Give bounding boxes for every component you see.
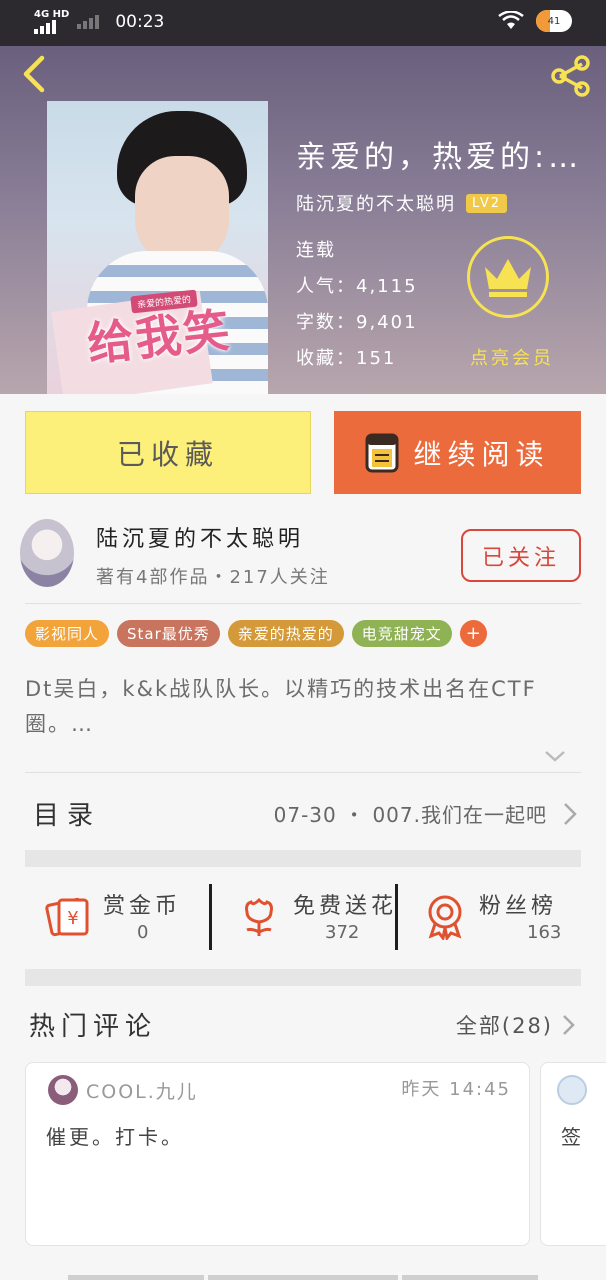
book-icon <box>365 433 399 472</box>
add-tag-button[interactable]: + <box>459 620 487 647</box>
comment-card[interactable]: COOL.九儿 昨天 14:45 催更。打卡。 <box>25 1062 530 1246</box>
stat-label: 赏金币 <box>103 894 182 919</box>
battery-level: 41 <box>547 15 561 27</box>
book-status: 连载 <box>296 240 336 261</box>
status-left: 4G HD 00:23 <box>34 10 164 34</box>
comment-text: 催更。打卡。 <box>46 1125 184 1149</box>
vip-label[interactable]: 点亮会员 <box>470 344 554 370</box>
comments-header: 热门评论 全部(28) <box>25 1004 581 1052</box>
bottom-indicator <box>402 1275 538 1280</box>
status-bar: 4G HD 00:23 41 <box>0 0 606 46</box>
network-label: 4G HD <box>34 9 70 20</box>
continue-reading-button[interactable]: 继续阅读 <box>334 411 581 494</box>
book-header: 亲爱的热爱的 给我笑 亲爱的，热爱的:… 陆沉夏的不太聪明 LV2 连载 人气：… <box>0 46 606 394</box>
continue-reading-label: 继续阅读 <box>413 437 550 471</box>
clock: 00:23 <box>115 12 165 32</box>
synopsis: Dt吴白，k&k战队队长。以精巧的技术出名在CTF圈。… <box>25 677 537 736</box>
divider <box>25 603 581 604</box>
stat-label: 粉丝榜 <box>479 894 558 919</box>
expand-synopsis-button[interactable] <box>544 748 566 764</box>
stat-separator <box>209 884 212 950</box>
commenter-name[interactable]: COOL.九儿 <box>86 1077 198 1104</box>
free-flowers-stat[interactable]: 免费送花 372 <box>215 868 400 958</box>
medal-icon <box>428 895 462 940</box>
author-subtitle: 著有4部作品・217人关注 <box>96 567 330 588</box>
chevron-right-icon[interactable] <box>562 1014 575 1036</box>
status-right: 41 <box>498 10 572 32</box>
stat-value: 163 <box>527 922 562 943</box>
author-avatar[interactable] <box>20 519 74 587</box>
collected-button[interactable]: 已收藏 <box>25 411 311 494</box>
stat-label: 免费送花 <box>293 894 398 919</box>
follow-button[interactable]: 已关注 <box>461 529 581 582</box>
share-button[interactable] <box>548 54 594 98</box>
signal-icon: 4G HD <box>34 10 69 34</box>
book-cover[interactable]: 亲爱的热爱的 给我笑 <box>47 101 268 394</box>
tag-list: 影视同人 Star最优秀 亲爱的热爱的 电竞甜宠文 + <box>25 620 487 647</box>
tag-item[interactable]: 影视同人 <box>25 620 110 647</box>
flower-icon <box>245 897 273 936</box>
section-separator <box>25 969 581 986</box>
comments-title: 热门评论 <box>29 1012 158 1042</box>
stat-value: 0 <box>137 922 149 943</box>
crown-icon <box>485 259 531 297</box>
bottom-indicator <box>68 1275 204 1280</box>
all-comments-link[interactable]: 全部(28) <box>456 1010 553 1040</box>
book-author[interactable]: 陆沉夏的不太聪明 <box>296 190 456 216</box>
back-button[interactable] <box>16 54 52 94</box>
author-level-badge: LV2 <box>466 193 507 213</box>
chevron-right-icon <box>564 803 577 825</box>
book-popularity: 人气：4,115 <box>296 276 418 297</box>
latest-chapter: 07-30 ・ 007.我们在一起吧 <box>273 803 547 827</box>
wifi-icon <box>498 11 524 29</box>
share-icon <box>551 55 590 97</box>
table-of-contents-row[interactable]: 目录 07-30 ・ 007.我们在一起吧 <box>25 785 581 841</box>
battery-icon: 41 <box>536 10 572 32</box>
section-separator <box>25 850 581 867</box>
money-icon: ¥ <box>45 897 89 937</box>
stat-value: 372 <box>325 922 360 943</box>
comment-time: 昨天 14:45 <box>401 1079 511 1100</box>
book-author-line: 陆沉夏的不太聪明 LV2 <box>296 190 507 216</box>
comment-text: 签 <box>561 1125 581 1149</box>
svg-text:¥: ¥ <box>67 908 78 929</box>
signal-bars-icon <box>34 20 56 34</box>
chevron-down-icon <box>545 751 565 762</box>
book-word-count: 字数：9,401 <box>296 312 418 333</box>
back-arrow-icon <box>23 55 45 93</box>
toc-label: 目录 <box>33 801 102 831</box>
tag-item[interactable]: 电竞甜宠文 <box>351 620 452 647</box>
commenter-avatar[interactable] <box>557 1075 587 1105</box>
commenter-avatar[interactable] <box>48 1075 78 1105</box>
fan-ranking-stat[interactable]: 粉丝榜 163 <box>401 868 586 958</box>
tag-item[interactable]: Star最优秀 <box>117 620 220 647</box>
author-card[interactable]: 陆沉夏的不太聪明 著有4部作品・217人关注 已关注 <box>0 505 606 601</box>
stat-separator <box>395 884 398 950</box>
reward-coins-stat[interactable]: ¥ 赏金币 0 <box>25 868 210 958</box>
tag-item[interactable]: 亲爱的热爱的 <box>227 620 344 647</box>
stats-row: ¥ 赏金币 0 免费送花 372 粉丝榜 163 <box>25 868 581 958</box>
vip-button[interactable] <box>467 236 549 318</box>
author-name[interactable]: 陆沉夏的不太聪明 <box>96 521 304 553</box>
cover-face <box>135 156 229 266</box>
book-favorites: 收藏：151 <box>296 348 397 369</box>
comment-card[interactable]: 签 <box>540 1062 606 1246</box>
signal-bars-2-icon <box>77 15 100 29</box>
divider <box>25 772 581 773</box>
book-title: 亲爱的，热爱的:… <box>296 140 583 175</box>
bottom-indicator <box>208 1275 398 1280</box>
